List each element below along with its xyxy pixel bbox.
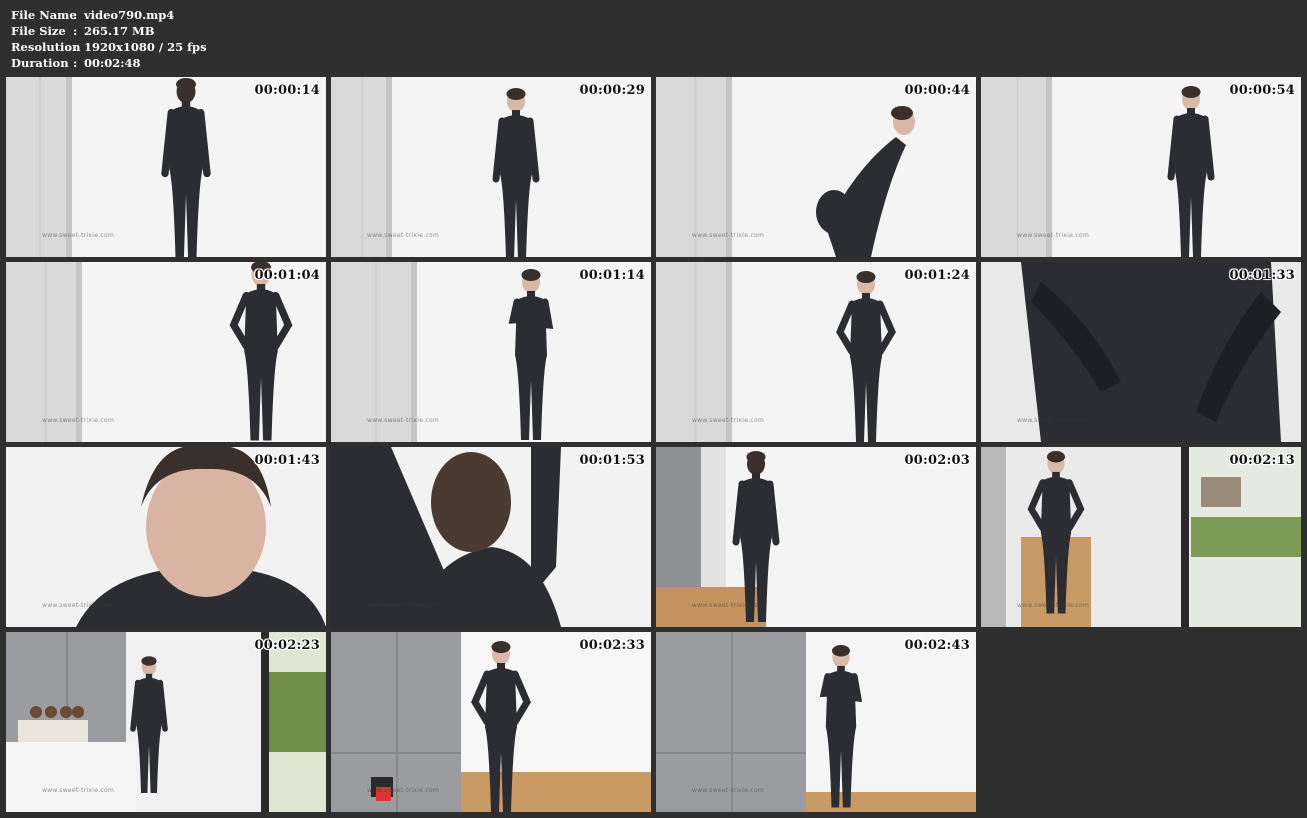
watermark: www.sweet-trixie.com bbox=[1017, 602, 1090, 609]
frame-image bbox=[331, 447, 651, 627]
thumbnail[interactable]: 00:01:53 www.sweet-trixie.com bbox=[331, 447, 651, 627]
watermark: www.sweet-trixie.com bbox=[1017, 417, 1090, 424]
frame-image bbox=[6, 447, 326, 627]
watermark: www.sweet-trixie.com bbox=[42, 787, 115, 794]
file-size-separator: : bbox=[73, 24, 78, 38]
frame-image bbox=[331, 262, 651, 442]
resolution-value: 1920x1080 / 25 fps bbox=[84, 40, 207, 54]
timestamp: 00:00:54 bbox=[1229, 83, 1295, 98]
file-name-separator: : bbox=[73, 8, 78, 22]
duration-separator: : bbox=[73, 56, 78, 70]
resolution-separator: : bbox=[73, 40, 78, 54]
watermark: www.sweet-trixie.com bbox=[42, 417, 115, 424]
thumbnail[interactable]: 00:02:03 www.sweet-trixie.com bbox=[656, 447, 976, 627]
timestamp: 00:02:23 bbox=[254, 638, 320, 653]
timestamp: 00:02:43 bbox=[904, 638, 970, 653]
thumbnail[interactable]: 00:00:14 www.sweet-trixie.com bbox=[6, 77, 326, 257]
watermark: www.sweet-trixie.com bbox=[692, 602, 765, 609]
watermark: www.sweet-trixie.com bbox=[1017, 232, 1090, 239]
timestamp: 00:01:43 bbox=[254, 453, 320, 468]
thumbnail[interactable]: 00:02:13 www.sweet-trixie.com bbox=[981, 447, 1301, 627]
thumbnail[interactable]: 00:02:43 www.sweet-trixie.com bbox=[656, 632, 976, 812]
timestamp: 00:02:33 bbox=[579, 638, 645, 653]
file-size-value: 265.17 MB bbox=[84, 24, 155, 38]
frame-image bbox=[6, 77, 326, 257]
resolution-label: Resolution bbox=[11, 40, 81, 54]
timestamp: 00:00:14 bbox=[254, 83, 320, 98]
thumbnail[interactable]: 00:01:04 www.sweet-trixie.com bbox=[6, 262, 326, 442]
resolution-row: Resolution : 1920x1080 / 25 fps bbox=[11, 39, 207, 55]
timestamp: 00:00:29 bbox=[579, 83, 645, 98]
timestamp: 00:02:03 bbox=[904, 453, 970, 468]
timestamp: 00:01:33 bbox=[1229, 268, 1295, 283]
file-size-label: File Size bbox=[11, 24, 66, 38]
watermark: www.sweet-trixie.com bbox=[42, 232, 115, 239]
thumbnail-grid: 00:00:14 www.sweet-trixie.com 00:00:29 www… bbox=[6, 77, 1301, 812]
thumbnail[interactable]: 00:01:14 www.sweet-trixie.com bbox=[331, 262, 651, 442]
frame-image bbox=[981, 77, 1301, 257]
timestamp: 00:01:53 bbox=[579, 453, 645, 468]
thumbnail[interactable]: 00:02:23 www.sweet-trixie.com bbox=[6, 632, 326, 812]
thumbnail[interactable]: 00:00:54 www.sweet-trixie.com bbox=[981, 77, 1301, 257]
thumbnail[interactable]: 00:01:43 www.sweet-trixie.com bbox=[6, 447, 326, 627]
watermark: www.sweet-trixie.com bbox=[692, 787, 765, 794]
frame-image bbox=[656, 77, 976, 257]
timestamp: 00:00:44 bbox=[904, 83, 970, 98]
frame-image bbox=[6, 632, 326, 812]
watermark: www.sweet-trixie.com bbox=[692, 232, 765, 239]
thumbnail[interactable]: 00:00:44 www.sweet-trixie.com bbox=[656, 77, 976, 257]
thumbnail[interactable]: 00:01:33 www.sweet-trixie.com bbox=[981, 262, 1301, 442]
duration-value: 00:02:48 bbox=[84, 56, 141, 70]
file-name-value: video790.mp4 bbox=[84, 8, 175, 22]
thumbnail[interactable]: 00:00:29 www.sweet-trixie.com bbox=[331, 77, 651, 257]
watermark: www.sweet-trixie.com bbox=[367, 602, 440, 609]
watermark: www.sweet-trixie.com bbox=[367, 232, 440, 239]
frame-image bbox=[981, 262, 1301, 442]
duration-label: Duration bbox=[11, 56, 69, 70]
watermark: www.sweet-trixie.com bbox=[42, 602, 115, 609]
frame-image bbox=[331, 632, 651, 812]
timestamp: 00:01:04 bbox=[254, 268, 320, 283]
file-info-panel: File Name : video790.mp4 File Size : 265… bbox=[11, 7, 207, 71]
frame-image bbox=[656, 447, 976, 627]
file-size-row: File Size : 265.17 MB bbox=[11, 23, 207, 39]
timestamp: 00:01:14 bbox=[579, 268, 645, 283]
watermark: www.sweet-trixie.com bbox=[367, 787, 440, 794]
frame-image bbox=[656, 632, 976, 812]
frame-image bbox=[656, 262, 976, 442]
file-name-label: File Name bbox=[11, 8, 77, 22]
frame-image bbox=[981, 447, 1301, 627]
watermark: www.sweet-trixie.com bbox=[367, 417, 440, 424]
timestamp: 00:02:13 bbox=[1229, 453, 1295, 468]
file-name-row: File Name : video790.mp4 bbox=[11, 7, 207, 23]
frame-image bbox=[6, 262, 326, 442]
watermark: www.sweet-trixie.com bbox=[692, 417, 765, 424]
thumbnail[interactable]: 00:02:33 www.sweet-trixie.com bbox=[331, 632, 651, 812]
timestamp: 00:01:24 bbox=[904, 268, 970, 283]
duration-row: Duration : 00:02:48 bbox=[11, 55, 207, 71]
thumbnail[interactable]: 00:01:24 www.sweet-trixie.com bbox=[656, 262, 976, 442]
frame-image bbox=[331, 77, 651, 257]
